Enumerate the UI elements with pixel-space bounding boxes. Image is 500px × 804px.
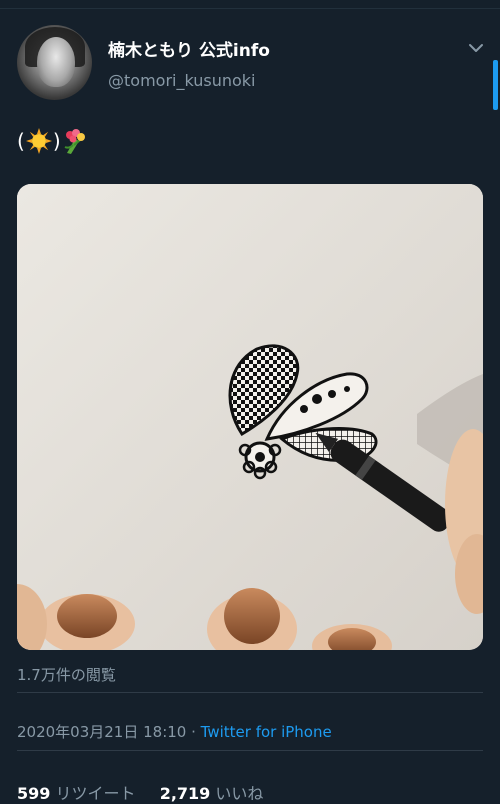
source-link[interactable]: Twitter for iPhone — [201, 723, 332, 741]
view-count: 1.7万件の閲覧 — [17, 666, 116, 684]
bouquet-emoji — [64, 129, 85, 154]
retweets-stat[interactable]: 599 リツイート — [17, 784, 136, 803]
divider — [17, 692, 483, 693]
avatar[interactable] — [17, 25, 92, 100]
retweet-count: 599 — [17, 784, 51, 803]
like-count: 2,719 — [159, 784, 211, 803]
divider — [17, 750, 483, 751]
sun-emoji — [25, 128, 52, 154]
meta-separator: · — [186, 723, 201, 741]
likes-stat[interactable]: 2,719 いいね — [160, 784, 264, 803]
like-label: いいね — [210, 784, 264, 803]
tweet-text-open: ( — [17, 129, 25, 153]
tweet-detail: 楠木ともり 公式info @tomori_kusunoki ( ) 1.7万件の… — [0, 8, 500, 803]
tweet-media-video[interactable] — [17, 184, 483, 650]
scrollbar[interactable] — [493, 60, 498, 110]
tweet-text-close: ) — [52, 129, 61, 153]
timestamp[interactable]: 2020年03月21日 18:10 — [17, 723, 186, 741]
retweet-label: リツイート — [50, 784, 136, 803]
drawing-illustration — [17, 184, 483, 650]
engagement-stats: 599 リツイート 2,719 いいね — [17, 780, 263, 804]
display-name[interactable]: 楠木ともり 公式info — [108, 36, 270, 61]
chevron-down-icon[interactable] — [466, 38, 486, 58]
tweet-metadata: 2020年03月21日 18:10 · Twitter for iPhone — [17, 721, 332, 742]
user-handle[interactable]: @tomori_kusunoki — [108, 71, 256, 90]
tweet-text: ( ) — [17, 126, 89, 156]
